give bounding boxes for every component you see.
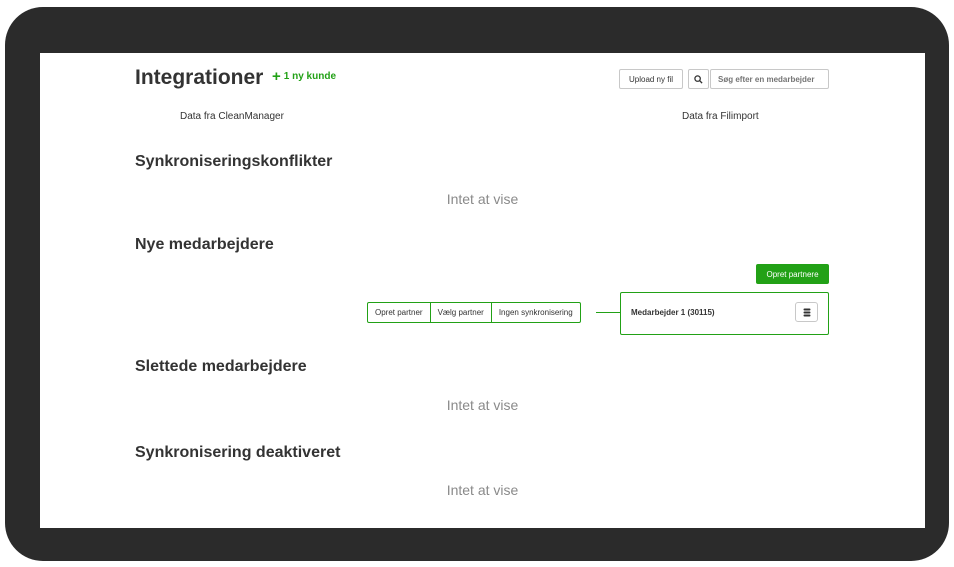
employee-card[interactable]: Medarbejder 1 (30115) <box>620 292 829 335</box>
employee-action-group: Opret partner Vælg partner Ingen synkron… <box>367 302 581 323</box>
section-title-conflicts: Synkroniseringskonflikter <box>135 153 333 170</box>
connector-line <box>596 312 620 313</box>
section-title-deleted: Slettede medarbejdere <box>135 358 307 375</box>
empty-state-conflicts: Intet at vise <box>446 191 519 207</box>
upload-file-button[interactable]: Upload ny fil <box>619 69 683 89</box>
search-input[interactable] <box>710 69 829 89</box>
column-label-cleanmanager: Data fra CleanManager <box>180 111 284 122</box>
search-button[interactable] <box>688 69 709 89</box>
no-sync-button[interactable]: Ingen synkronisering <box>492 303 580 322</box>
create-partner-button[interactable]: Opret partner <box>368 303 431 322</box>
database-icon <box>803 308 810 316</box>
database-button[interactable] <box>795 302 818 322</box>
create-partners-button[interactable]: Opret partnere <box>756 264 829 284</box>
employee-name: Medarbejder 1 (30115) <box>631 308 715 317</box>
choose-partner-button[interactable]: Vælg partner <box>431 303 492 322</box>
new-customer-badge[interactable]: + 1 ny kunde <box>272 67 337 85</box>
device-frame: Integrationer + 1 ny kunde Upload ny fil… <box>5 7 949 561</box>
section-title-sync-disabled: Synkronisering deaktiveret <box>135 444 341 461</box>
column-label-filimport: Data fra Filimport <box>682 111 759 122</box>
new-customer-label: 1 ny kunde <box>283 71 337 82</box>
empty-state-sync-disabled: Intet at vise <box>446 482 519 498</box>
page-title: Integrationer <box>135 66 264 89</box>
app-screen: Integrationer + 1 ny kunde Upload ny fil… <box>40 53 925 528</box>
plus-icon: + <box>272 67 281 85</box>
empty-state-deleted: Intet at vise <box>446 397 519 413</box>
search-icon <box>694 74 703 84</box>
section-title-new-employees: Nye medarbejdere <box>135 236 274 253</box>
